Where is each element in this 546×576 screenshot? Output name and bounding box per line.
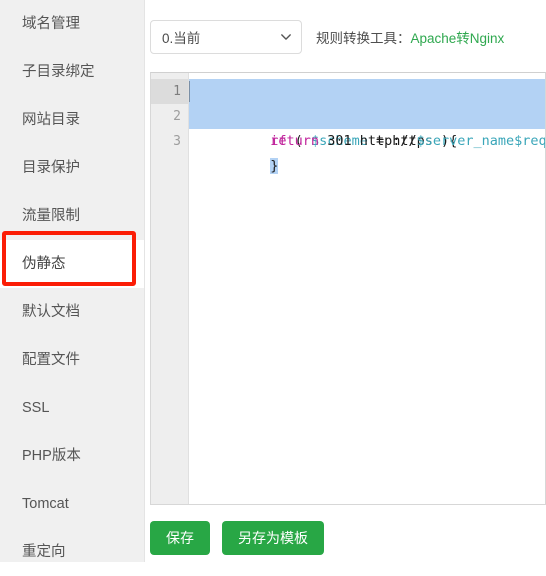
line-number: 3 [173,134,181,149]
sidebar-item-site-directory[interactable]: 网站目录 [0,96,144,144]
sidebar-item-label: 伪静态 [22,256,66,272]
editor-code-area[interactable]: if ( $scheme = https ){ return 301 http:… [189,73,545,504]
sidebar-item-ssl[interactable]: SSL [0,384,144,432]
code-line[interactable]: if ( $scheme = https ){ [189,79,545,149]
sidebar-item-label: 配置文件 [22,352,80,368]
editor-toolbar: 0.当前 规则转换工具： Apache转Nginx [150,20,504,54]
sidebar-item-subdirectory-binding[interactable]: 子目录绑定 [0,48,144,96]
code-line[interactable]: } [189,129,545,174]
save-button[interactable]: 保存 [150,521,210,555]
settings-sidebar: 域名管理 子目录绑定 网站目录 目录保护 流量限制 伪静态 默认文档 配置文件 … [0,0,145,562]
line-number: 1 [151,79,188,104]
line-number: 2 [173,109,181,124]
save-as-template-button[interactable]: 另存为模板 [222,521,324,555]
chevron-down-icon [279,30,293,44]
sidebar-item-config-file[interactable]: 配置文件 [0,336,144,384]
editor-line-number-gutter: 1 2 3 [151,73,189,504]
sidebar-item-label: Tomcat [22,496,69,512]
sidebar-item-label: 网站目录 [22,112,80,128]
sidebar-item-label: 子目录绑定 [22,64,95,80]
sidebar-item-tomcat[interactable]: Tomcat [0,480,144,528]
converter-label: 规则转换工具： [316,31,411,46]
editor-action-bar: 保存 另存为模板 [150,521,324,555]
code-line[interactable]: return 301 http://$server_name$request_u… [189,104,545,149]
sidebar-item-traffic-limit[interactable]: 流量限制 [0,192,144,240]
sidebar-item-label: 目录保护 [22,160,80,176]
rewrite-rules-code-editor[interactable]: 1 2 3 if ( $scheme = https ){ return 301… [150,72,546,505]
sidebar-item-label: PHP版本 [22,448,81,464]
rewrite-settings-panel: 0.当前 规则转换工具： Apache转Nginx 1 2 3 i [145,0,546,570]
sidebar-item-label: 默认文档 [22,304,80,320]
sidebar-item-label: 域名管理 [22,16,80,32]
sidebar-item-default-document[interactable]: 默认文档 [0,288,144,336]
sidebar-item-php-version[interactable]: PHP版本 [0,432,144,480]
rewrite-template-select[interactable]: 0.当前 [150,20,302,54]
sidebar-item-label: 重定向 [22,544,66,560]
text-caret [189,81,190,102]
sidebar-item-directory-protection[interactable]: 目录保护 [0,144,144,192]
sidebar-item-rewrite[interactable]: 伪静态 [0,240,144,288]
sidebar-item-label: 流量限制 [22,208,80,224]
sidebar-item-label: SSL [22,400,50,416]
sidebar-item-redirect[interactable]: 重定向 [0,528,144,576]
sidebar-item-domain-management[interactable]: 域名管理 [0,0,144,48]
rewrite-template-select-value: 0.当前 [162,31,201,46]
page-root: 域名管理 子目录绑定 网站目录 目录保护 流量限制 伪静态 默认文档 配置文件 … [0,0,546,570]
apache-to-nginx-link[interactable]: Apache转Nginx [411,27,505,47]
code-token: } [270,158,279,174]
